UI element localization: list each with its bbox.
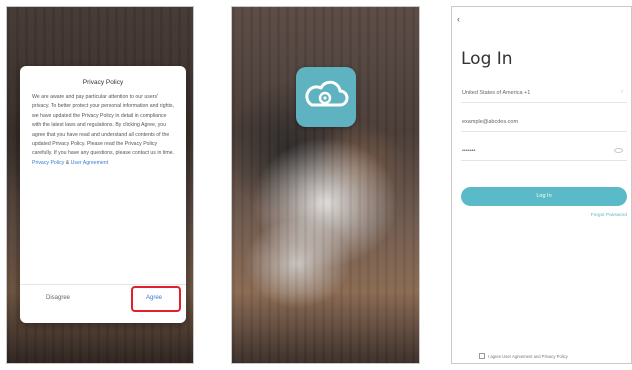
eye-icon[interactable] [614,148,623,153]
password-value: ••••••• [462,148,476,154]
login-button[interactable]: Log In [461,187,627,206]
screen-splash [231,6,420,364]
page-title: Log In [461,49,513,69]
agreement-checkbox[interactable] [479,353,485,359]
dialog-body-text: We are aware and pay particular attentio… [32,94,175,157]
disagree-button[interactable]: Disagree [46,295,70,301]
dialog-divider [20,284,186,285]
forgot-password-link[interactable]: Forgot Password [591,213,627,218]
privacy-policy-link[interactable]: Privacy Policy [32,160,64,166]
email-value: example@abcdes.com [462,119,519,125]
app-logo [296,67,356,127]
email-field[interactable]: example@abcdes.com [461,115,627,132]
agreement-footer: I agree User Agreement and Privacy Polic… [479,353,568,359]
screen-privacy-policy: Privacy Policy We are aware and pay part… [6,6,194,364]
dialog-body: We are aware and pay particular attentio… [32,94,175,166]
chevron-left-icon[interactable]: ‹ [457,14,467,24]
privacy-policy-dialog: Privacy Policy We are aware and pay part… [20,66,186,323]
dialog-title: Privacy Policy [82,79,124,86]
background-photo [232,7,419,363]
screen-login: ‹ Log In United States of America +1 › e… [451,6,632,364]
chevron-right-icon: › [621,89,623,95]
footer-text: I agree User Agreement and Privacy Polic… [488,354,568,359]
cloud-camera-icon [305,80,349,107]
agree-button[interactable]: Agree [146,295,162,301]
password-field[interactable]: ••••••• [461,144,627,161]
country-selector[interactable]: United States of America +1 › [461,86,627,103]
user-agreement-link[interactable]: User Agreement [71,160,108,166]
country-value: United States of America +1 [462,90,531,96]
